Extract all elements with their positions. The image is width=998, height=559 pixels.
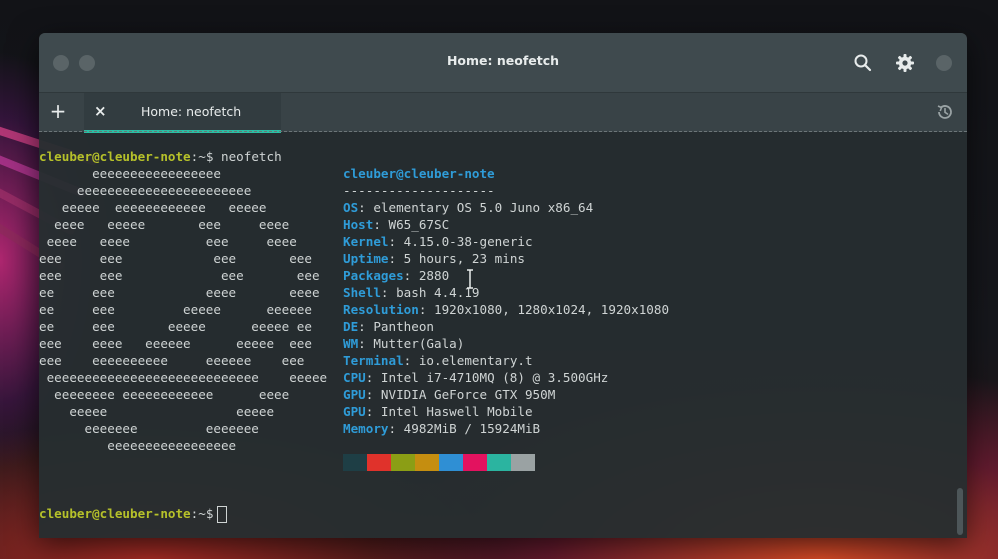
info-value: : Intel i7-4710MQ (8) @ 3.500GHz: [365, 370, 609, 385]
prompt-path: :~$: [190, 149, 214, 164]
info-key: Uptime: [343, 251, 389, 266]
tab-close-icon[interactable]: ×: [94, 102, 107, 120]
color-swatch: [487, 454, 511, 471]
logo-line: ee eee eeee eeee: [39, 285, 320, 300]
search-icon[interactable]: [853, 53, 873, 73]
logo-line: eeeeeeeeeeeeeeeee: [39, 438, 237, 453]
color-swatch: [415, 454, 439, 471]
info-value: : io.elementary.t: [403, 353, 533, 368]
info-value: : elementary OS 5.0 Juno x86_64: [358, 200, 594, 215]
maximize-window-button[interactable]: [936, 55, 952, 71]
color-palette: [343, 454, 535, 471]
info-key: DE: [343, 319, 359, 334]
color-swatch: [391, 454, 415, 471]
gear-icon[interactable]: [895, 53, 915, 73]
info-row: Terminal: io.elementary.t: [343, 352, 533, 369]
logo-line: eeeeeeeeeeeeeeeeeeeeeeeeeeee eeeee: [39, 370, 328, 385]
tab-separator: [39, 131, 967, 132]
active-prompt-line[interactable]: cleuber@cleuber-note:~$: [39, 505, 228, 523]
logo-line: eee eeee eeeeee eeeee eee: [39, 336, 312, 351]
color-swatch: [511, 454, 535, 471]
terminal-window: Home: neofetch + × Home: neofetch cleube…: [39, 33, 967, 538]
info-row: Resolution: 1920x1080, 1280x1024, 1920x1…: [343, 301, 669, 318]
info-value: : Mutter(Gala): [358, 336, 465, 351]
prompt-path: :~$: [190, 506, 214, 521]
command-text: neofetch: [213, 149, 282, 164]
info-key: Terminal: [343, 353, 404, 368]
logo-line: eeeee eeeee: [39, 404, 275, 419]
info-key: Packages: [343, 268, 404, 283]
info-key: Host: [343, 217, 374, 232]
info-row: Uptime: 5 hours, 23 mins: [343, 250, 525, 267]
info-row: WM: Mutter(Gala): [343, 335, 464, 352]
info-rule: --------------------: [343, 183, 495, 198]
color-swatch: [463, 454, 487, 471]
command-line: cleuber@cleuber-note:~$ neofetch: [39, 148, 282, 165]
info-key: WM: [343, 336, 359, 351]
ibeam-cursor-icon: [467, 269, 473, 289]
info-value: : NVIDIA GeForce GTX 950M: [365, 387, 556, 402]
color-swatch: [343, 454, 367, 471]
info-key: Shell: [343, 285, 381, 300]
text-cursor: [217, 506, 228, 523]
info-row: GPU: NVIDIA GeForce GTX 950M: [343, 386, 555, 403]
info-value: : 4.15.0-38-generic: [388, 234, 533, 249]
prompt-user-host: cleuber@cleuber-note: [39, 506, 191, 521]
tab-bar: + × Home: neofetch: [39, 92, 967, 133]
info-row: Shell: bash 4.4.19: [343, 284, 480, 301]
info-value: : Pantheon: [358, 319, 434, 334]
info-key: GPU: [343, 404, 366, 419]
info-row: Kernel: 4.15.0-38-generic: [343, 233, 533, 250]
logo-line: eeeee eeeeeeeeeeee eeeee: [39, 200, 267, 215]
info-value: : 1920x1080, 1280x1024, 1920x1080: [418, 302, 670, 317]
tab-home-neofetch[interactable]: × Home: neofetch: [84, 93, 281, 133]
info-key: OS: [343, 200, 359, 215]
info-value: : 5 hours, 23 mins: [388, 251, 525, 266]
history-icon[interactable]: [936, 103, 954, 121]
color-swatch: [367, 454, 391, 471]
info-row: Packages: 2880: [343, 267, 449, 284]
logo-line: eee eeeeeeeeee eeeeee eee: [39, 353, 305, 368]
logo-line: eeee eeee eee eeee: [39, 234, 297, 249]
info-key: GPU: [343, 387, 366, 402]
logo-line: eeeeeeee eeeeeeeeeeee eeee: [39, 387, 290, 402]
new-tab-button[interactable]: +: [47, 100, 69, 122]
logo-line: eeeeeeeeeeeeeeeeeeeeeee: [39, 183, 252, 198]
scrollbar[interactable]: [957, 488, 963, 535]
info-row: CPU: Intel i7-4710MQ (8) @ 3.500GHz: [343, 369, 608, 386]
logo-line: eeee eeeee eee eeee: [39, 217, 290, 232]
logo-line: eeeeeeeeeeeeeeeee: [39, 166, 221, 181]
title-bar[interactable]: Home: neofetch: [39, 33, 967, 92]
info-value: : 4982MiB / 15924MiB: [388, 421, 541, 436]
info-row: Host: W65_67SC: [343, 216, 449, 233]
logo-line: ee eee eeeee eeeee ee: [39, 319, 312, 334]
window-title: Home: neofetch: [446, 53, 560, 68]
info-header: cleuber@cleuber-note: [343, 166, 495, 181]
info-key: Memory: [343, 421, 389, 436]
logo-line: eee eee eee eee: [39, 251, 312, 266]
tab-label: Home: neofetch: [141, 104, 242, 119]
prompt-user-host: cleuber@cleuber-note: [39, 149, 191, 164]
color-swatch: [439, 454, 463, 471]
info-row: Memory: 4982MiB / 15924MiB: [343, 420, 540, 437]
info-row: OS: elementary OS 5.0 Juno x86_64: [343, 199, 593, 216]
logo-line: ee eee eeeee eeeeee: [39, 302, 312, 317]
info-row: DE: Pantheon: [343, 318, 434, 335]
info-key: Kernel: [343, 234, 389, 249]
logo-line: eeeeeee eeeeeee: [39, 421, 259, 436]
info-value: : 2880: [403, 268, 450, 283]
info-row: GPU: Intel Haswell Mobile: [343, 403, 533, 420]
info-key: Resolution: [343, 302, 419, 317]
info-value: : W65_67SC: [373, 217, 450, 232]
info-key: CPU: [343, 370, 366, 385]
info-value: : Intel Haswell Mobile: [365, 404, 533, 419]
logo-line: eee eee eee eee: [39, 268, 320, 283]
